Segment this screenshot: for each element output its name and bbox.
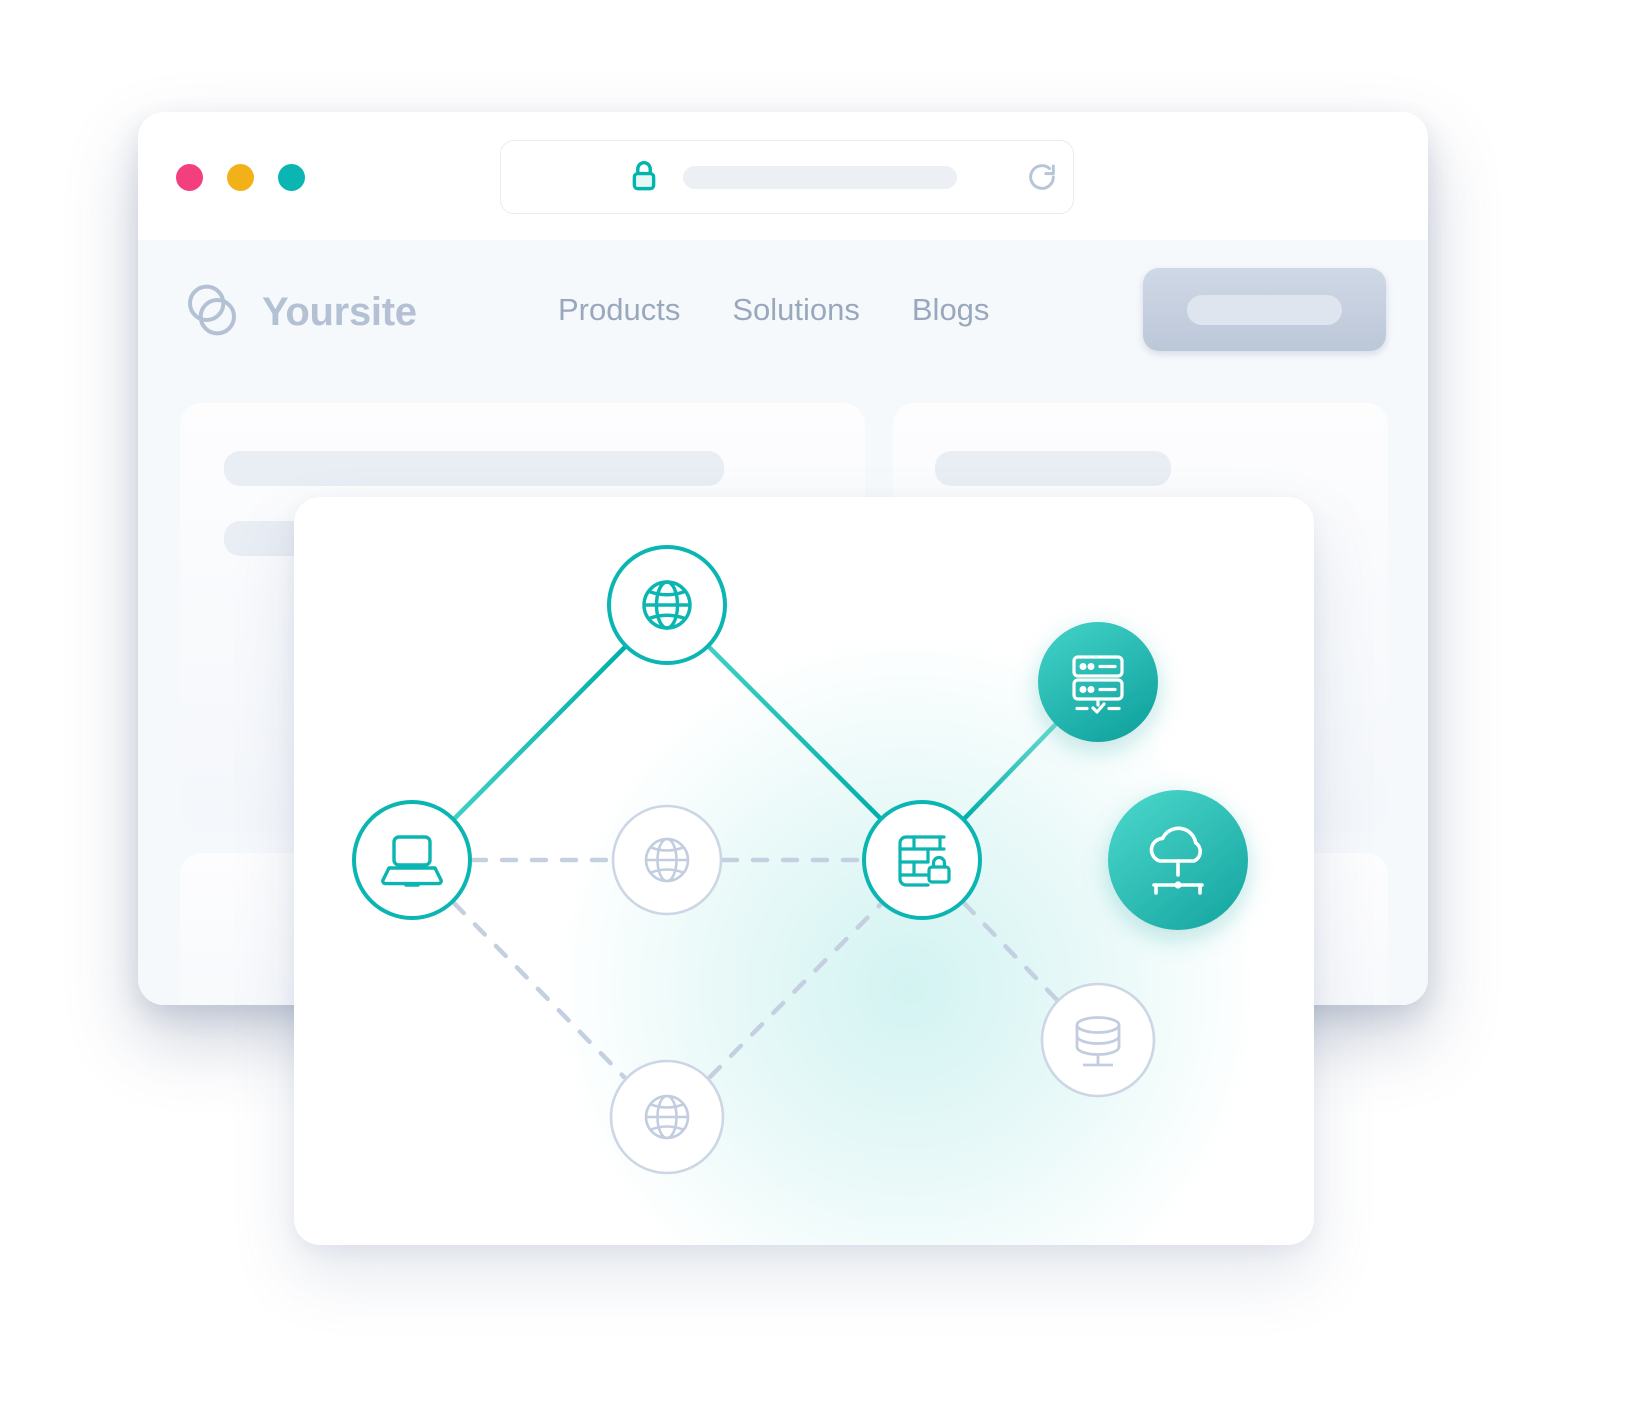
link-laptop-globetop — [451, 644, 628, 822]
network-diagram — [352, 545, 1248, 1175]
link-laptop-globebottom — [451, 900, 627, 1080]
node-globe-mid[interactable] — [611, 804, 723, 916]
url-input[interactable] — [683, 165, 957, 189]
text-placeholder-bar — [935, 451, 1171, 486]
brand-logo[interactable]: Yoursite — [180, 278, 417, 347]
link-firewall-database — [961, 900, 1060, 1003]
minimize-window-button[interactable] — [227, 164, 254, 191]
reload-icon[interactable] — [1025, 160, 1059, 194]
network-diagram-card — [294, 497, 1314, 1245]
link-globetop-firewall — [706, 644, 884, 822]
nav-item-solutions[interactable]: Solutions — [732, 292, 860, 328]
browser-chrome-bar — [138, 112, 1428, 241]
overlapping-circles-logo-icon — [180, 278, 244, 347]
address-bar[interactable] — [500, 140, 1074, 214]
traffic-light-buttons — [176, 164, 305, 191]
link-globebottom-firewall — [707, 900, 885, 1080]
text-placeholder-bar — [224, 451, 724, 486]
lock-icon — [627, 158, 661, 196]
site-navbar: Yoursite Products Solutions Blogs — [138, 240, 1428, 375]
node-server[interactable] — [1038, 622, 1158, 742]
node-globe-bottom[interactable] — [609, 1059, 725, 1175]
close-window-button[interactable] — [176, 164, 203, 191]
nav-item-blogs[interactable]: Blogs — [912, 292, 990, 328]
node-firewall[interactable] — [862, 800, 982, 920]
node-database[interactable] — [1040, 982, 1156, 1098]
screenshot-root: Yoursite Products Solutions Blogs — [0, 0, 1644, 1410]
solid-links — [451, 644, 1113, 863]
node-globe-top[interactable] — [607, 545, 727, 665]
maximize-window-button[interactable] — [278, 164, 305, 191]
brand-name: Yoursite — [262, 290, 417, 334]
node-laptop[interactable] — [352, 800, 472, 920]
header-cta-button[interactable] — [1143, 268, 1386, 351]
nav-links: Products Solutions Blogs — [558, 292, 989, 328]
link-firewall-server — [961, 722, 1058, 822]
node-cloud[interactable] — [1108, 790, 1248, 930]
cta-label-placeholder — [1187, 294, 1342, 325]
nav-item-products[interactable]: Products — [558, 292, 680, 328]
